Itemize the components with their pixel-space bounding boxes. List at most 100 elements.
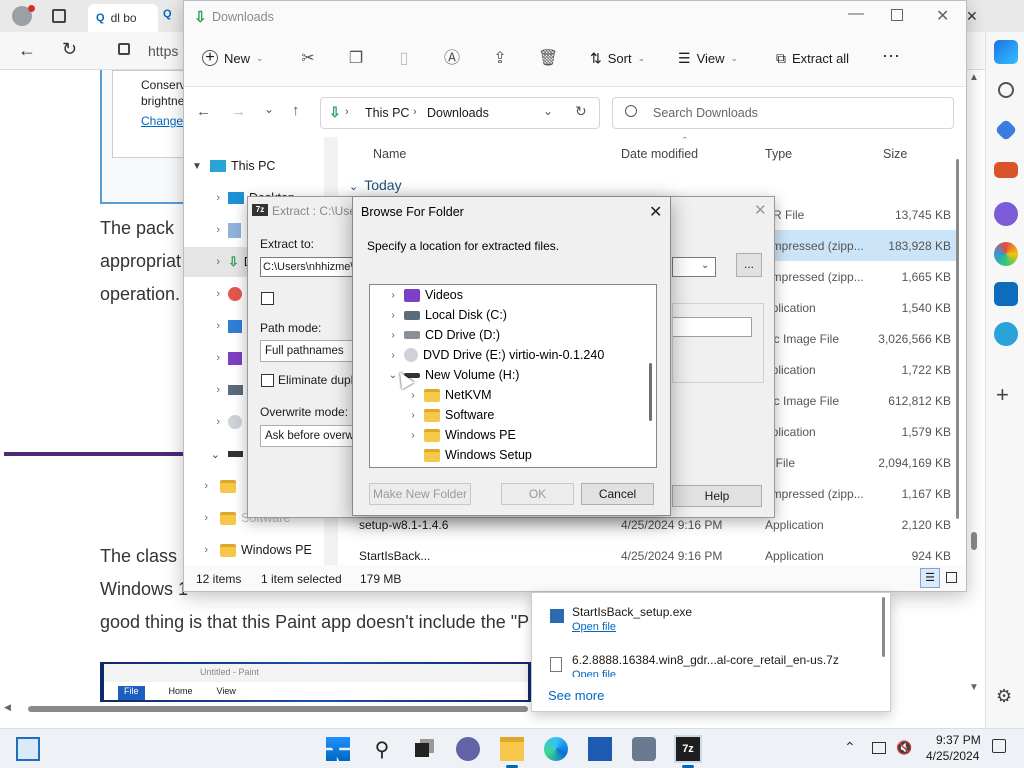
make-new-folder-button[interactable]: Make New Folder (369, 483, 471, 505)
search-icon[interactable]: ⚲ (370, 737, 394, 761)
outlook-icon[interactable] (994, 282, 1018, 306)
scroll-thumb[interactable] (956, 159, 959, 519)
file-explorer-taskbar-icon[interactable] (500, 737, 524, 761)
gear-icon[interactable]: ⚙ (996, 686, 1012, 707)
tree-item-local-disk[interactable]: › Local Disk (C:) (386, 305, 507, 325)
browser-minimize-icon[interactable]: ✕ (966, 8, 978, 25)
new-button[interactable]: + New ⌄ (202, 50, 264, 66)
extract-to-input[interactable]: C:\Users\nhhizme\ (260, 257, 356, 277)
search-icon[interactable] (998, 82, 1014, 98)
clock-time[interactable]: 9:37 PM (936, 733, 981, 747)
view-button[interactable]: ☰ View ⌄ (678, 50, 738, 67)
horizontal-scrollbar[interactable]: ◀ (0, 702, 530, 714)
breadcrumb-downloads[interactable]: Downloads (427, 106, 489, 120)
scroll-up-icon[interactable]: ▲ (969, 72, 979, 83)
close-icon[interactable]: ✕ (936, 6, 949, 26)
close-icon[interactable]: ✕ (754, 201, 767, 219)
scroll-down-icon[interactable]: ▼ (969, 682, 979, 693)
microsoft365-icon[interactable] (994, 242, 1018, 266)
scroll-thumb[interactable] (971, 532, 977, 550)
page-scrollbar[interactable]: ▲ ▼ (968, 70, 982, 720)
tree-item-videos[interactable]: › Videos (386, 285, 463, 305)
download-item-1-name[interactable]: StartIsBack_setup.exe (572, 605, 692, 619)
specify-checkbox[interactable] (261, 292, 274, 305)
refresh-icon[interactable]: ↻ (575, 103, 587, 120)
delete-icon[interactable]: 🗑 (538, 49, 558, 69)
path-mode-select[interactable]: Full pathnames (260, 340, 356, 362)
close-icon[interactable]: ✕ (649, 202, 662, 222)
tiles-view-icon[interactable] (946, 572, 957, 583)
checkbox[interactable] (261, 373, 274, 387)
nav-windows-pe[interactable]: › Windows PE (184, 535, 324, 565)
tab-dl-bo[interactable]: Q dl bo (88, 4, 158, 32)
network-icon[interactable] (872, 742, 886, 754)
task-view-icon[interactable] (412, 737, 436, 761)
column-name[interactable]: Name (373, 147, 406, 161)
extract-to-combo[interactable]: ⌄ (672, 257, 716, 277)
scroll-left-icon[interactable]: ◀ (4, 702, 11, 713)
edge-icon[interactable] (544, 737, 568, 761)
search-icon[interactable]: Q (163, 8, 172, 20)
tree-item-software[interactable]: › Software (406, 405, 494, 425)
7zip-taskbar-icon[interactable]: 7z (674, 735, 702, 763)
address-text[interactable]: https (148, 43, 178, 59)
chevron-down-icon[interactable]: ⌄ (543, 104, 553, 118)
copy-icon[interactable]: ❐ (346, 49, 366, 69)
volume-mute-icon[interactable]: 🔇 (896, 740, 912, 756)
h-scroll-thumb[interactable] (28, 706, 528, 712)
tree-item-netkvm[interactable]: › NetKVM (406, 385, 491, 405)
chevron-right-icon[interactable]: › (406, 430, 420, 441)
download-item-2-name[interactable]: 6.2.8888.16384.win8_gdr...al-core_retail… (572, 653, 839, 667)
start-icon[interactable] (326, 737, 350, 761)
ok-button[interactable]: OK (501, 483, 574, 505)
cut-icon[interactable]: ✂ (298, 49, 318, 69)
back-arrow-icon[interactable]: ← (196, 103, 211, 120)
column-date[interactable]: Date modified (621, 147, 698, 161)
up-arrow-icon[interactable]: ↑ (292, 102, 300, 119)
tools-icon[interactable] (994, 162, 1018, 178)
add-icon[interactable]: + (996, 382, 1009, 408)
details-view-icon[interactable]: ☰ (920, 568, 940, 588)
download-item-2-open[interactable]: Open file (572, 669, 616, 677)
chevron-right-icon[interactable]: › (406, 390, 420, 401)
download-item-1-open[interactable]: Open file (572, 621, 616, 633)
minimize-icon[interactable]: — (848, 5, 864, 23)
shopping-tag-icon[interactable] (994, 118, 1018, 142)
help-button[interactable]: Help (672, 485, 762, 507)
flyout-scrollbar[interactable] (882, 597, 885, 657)
store-icon[interactable] (588, 737, 612, 761)
chevron-right-icon[interactable]: › (386, 310, 400, 321)
address-breadcrumb[interactable]: ⇩ › This PC › Downloads ⌄ ↻ (320, 97, 600, 129)
chevron-right-icon[interactable]: › (386, 350, 400, 361)
tree-item-cd-drive[interactable]: › CD Drive (D:) (386, 325, 500, 345)
app-icon[interactable] (632, 737, 656, 761)
see-more-link[interactable]: See more (548, 688, 604, 703)
back-icon[interactable]: ← (18, 40, 36, 61)
scroll-thumb[interactable] (649, 363, 652, 421)
telegram-icon[interactable] (994, 322, 1018, 346)
browse-dots-button[interactable]: ... (736, 253, 762, 277)
chevron-right-icon[interactable]: › (406, 410, 420, 421)
breadcrumb-this-pc[interactable]: This PC (365, 106, 409, 120)
tree-item-dvd-drive[interactable]: › DVD Drive (E:) virtio-win-0.1.240 (386, 345, 604, 365)
sort-button[interactable]: ⇅ Sort ⌄ (590, 50, 645, 67)
tree-item-windows-pe[interactable]: › Windows PE (406, 425, 516, 445)
group-today[interactable]: ⌄ Today (349, 177, 402, 193)
more-options-icon[interactable]: ··· (882, 45, 900, 66)
chevron-right-icon[interactable]: › (386, 290, 400, 301)
rename-icon[interactable]: Ⓐ (442, 49, 462, 69)
clock-date[interactable]: 4/25/2024 (926, 749, 979, 763)
maximize-icon[interactable] (891, 9, 903, 21)
share-icon[interactable]: ⇪ (490, 49, 510, 69)
column-type[interactable]: Type (765, 147, 792, 161)
overwrite-mode-select[interactable]: Ask before overwri (260, 425, 356, 447)
tree-scrollbar[interactable] (646, 285, 656, 467)
chevron-right-icon[interactable]: › (386, 330, 400, 341)
search-downloads-box[interactable]: Search Downloads (612, 97, 954, 129)
refresh-icon[interactable]: ↻ (62, 39, 77, 60)
forward-arrow-icon[interactable]: → (231, 103, 246, 120)
file-row[interactable]: StartIsBack... 4/25/2024 9:16 PM Applicati… (339, 540, 959, 565)
paste-icon[interactable]: ▯ (394, 49, 414, 69)
recent-chevron-icon[interactable]: ⌄ (264, 102, 274, 116)
chevron-up-icon[interactable]: ⌃ (844, 739, 856, 756)
